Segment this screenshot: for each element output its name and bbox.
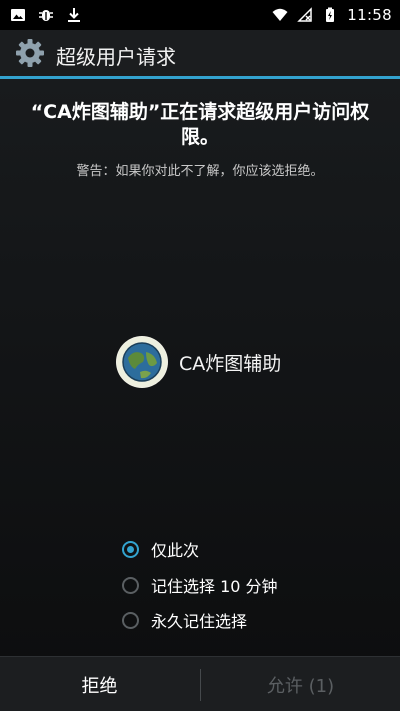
radio-button[interactable] <box>122 576 139 594</box>
radio-button[interactable] <box>122 611 139 629</box>
status-bar: 11:58 <box>0 0 400 30</box>
bug-icon <box>39 10 53 21</box>
deny-button[interactable]: 拒绝 <box>0 657 199 711</box>
radio-button-checked[interactable] <box>122 540 139 558</box>
app-icon <box>116 336 168 388</box>
earth-icon <box>117 337 167 387</box>
wifi-icon <box>272 8 288 21</box>
button-bar: 拒绝 允许 (1) <box>0 656 400 711</box>
gear-icon <box>16 39 44 67</box>
download-icon <box>68 8 80 22</box>
warning-message: 警告：如果你对此不了解，你应该选拒绝。 <box>76 164 324 179</box>
option-label: 仅此次 <box>151 541 200 560</box>
title-bar: 超级用户请求 <box>0 30 400 76</box>
battery-icon <box>326 7 335 22</box>
title-divider <box>0 76 400 79</box>
no-sim-icon <box>297 7 313 22</box>
clock: 11:58 <box>347 6 392 24</box>
option-label: 永久记住选择 <box>151 612 248 631</box>
option-this-time[interactable]: 仅此次 <box>122 536 199 562</box>
allow-button[interactable]: 允许 (1) <box>201 657 400 711</box>
option-label: 记住选择 10 分钟 <box>151 577 278 596</box>
option-remember-forever[interactable]: 永久记住选择 <box>122 607 247 633</box>
su-request-screen: 11:58 超级用户请求 “CA炸图辅助”正在请求超级用户访问权限。 警告：如果… <box>0 0 400 711</box>
app-name: CA炸图辅助 <box>179 353 282 375</box>
page-title: 超级用户请求 <box>56 45 176 69</box>
request-message: “CA炸图辅助”正在请求超级用户访问权限。 <box>30 101 370 148</box>
image-icon <box>11 9 25 21</box>
option-remember-10-min[interactable]: 记住选择 10 分钟 <box>122 572 278 598</box>
